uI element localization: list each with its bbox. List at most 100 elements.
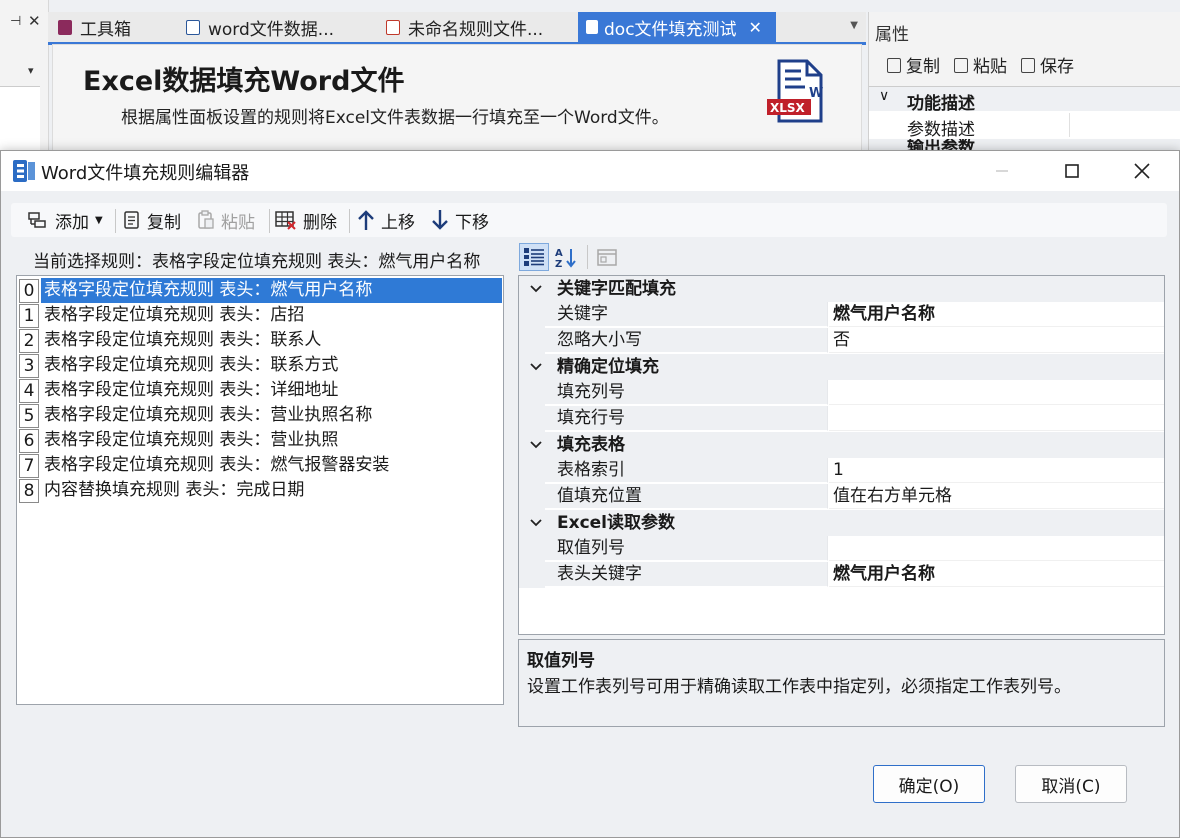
dropdown-arrow-icon: ▼ [95,214,103,226]
pin-icon[interactable]: ⊣ [10,14,21,29]
prop-row-value-position[interactable]: 值填充位置 值在右方单元格 [519,484,1164,510]
alphabetical-view-button[interactable]: AZ [551,243,581,271]
prop-row-table-index[interactable]: 表格索引 1 [519,458,1164,484]
property-grid-toolbar: AZ [519,243,624,271]
category-keyword-fill[interactable]: 关键字匹配填充 [519,276,1164,302]
move-up-button[interactable]: 上移 [357,207,415,233]
category-excel-read-params[interactable]: Excel读取参数 [519,510,1164,536]
prop-value-fill-column[interactable] [829,380,1164,405]
prop-value-value-column[interactable] [829,536,1164,561]
word-file-icon [186,19,200,35]
property-pages-button[interactable] [592,243,622,271]
current-rule-label: 当前选择规则：表格字段定位填充规则 表头：燃气用户名称 [33,252,481,272]
rule-item-1[interactable]: 1 表格字段定位填充规则 表头：店招 [17,303,503,328]
left-dock-content [0,86,40,151]
tab-label: 工具箱 [80,19,131,40]
function-title: Excel数据填充Word文件 [83,66,405,97]
function-header-panel: Excel数据填充Word文件 根据属性面板设置的规则将Excel文件表数据一行… [52,44,862,152]
rule-item-3[interactable]: 3 表格字段定位填充规则 表头：联系方式 [17,353,503,378]
paste-button[interactable]: 粘贴 [197,207,255,233]
tab-label: doc文件填充测试 [604,19,737,40]
document-tab-strip: 工具箱 word文件数据... 未命名规则文件... doc文件填充测试 ✕ ▼ [48,12,866,45]
svg-text:A: A [555,248,563,259]
category-exact-position-fill[interactable]: 精确定位填充 [519,354,1164,380]
cancel-button[interactable]: 取消(C) [1015,765,1127,803]
tab-doc-fill-test[interactable]: doc文件填充测试 ✕ [578,12,776,42]
prop-value-keyword[interactable]: 燃气用户名称 [829,302,1164,327]
copy-button[interactable]: 复制 [123,207,181,233]
tab-word-data[interactable]: word文件数据... [186,12,334,42]
add-button[interactable]: 添加 ▼ [27,207,103,233]
rule-item-0[interactable]: 0 表格字段定位填充规则 表头：燃气用户名称 [17,278,503,303]
props-copy-button[interactable]: 复制 [887,52,940,77]
prop-row-ignore-case[interactable]: 忽略大小写 否 [519,328,1164,354]
delete-button[interactable]: 删除 [275,207,337,233]
category-fill-table[interactable]: 填充表格 [519,432,1164,458]
copy-icon [887,58,901,73]
rule-editor-dialog: Word文件填充规则编辑器 添加 ▼ 复制 粘贴 删除 上移 下移 当前选择规则… [0,150,1180,838]
props-row-param-desc[interactable]: 参数描述 [869,113,1180,140]
dialog-titlebar[interactable]: Word文件填充规则编辑器 [1,151,1179,191]
add-rule-icon [27,211,49,229]
close-button[interactable] [1107,151,1177,191]
props-paste-button[interactable]: 粘贴 [954,52,1007,77]
xlsx-to-word-icon: W XLSX [767,59,823,123]
categorized-view-button[interactable] [519,243,549,271]
svg-text:W: W [809,86,823,101]
app-icon [13,160,35,182]
prop-row-value-column[interactable]: 取值列号 [519,536,1164,562]
tab-close-icon[interactable]: ✕ [749,18,762,37]
arrow-down-icon [431,209,449,231]
close-icon [1134,163,1150,179]
paste-icon [954,58,968,73]
maximize-icon [1065,164,1079,178]
chevron-down-icon [530,285,542,293]
rule-item-2[interactable]: 2 表格字段定位填充规则 表头：联系人 [17,328,503,353]
function-subtitle: 根据属性面板设置的规则将Excel文件表数据一行填充至一个Word文件。 [121,108,669,128]
dropdown-arrow-icon[interactable]: ▾ [28,64,34,77]
property-pages-icon [597,249,617,266]
rule-file-icon [386,19,400,35]
close-icon[interactable]: ✕ [28,12,41,30]
props-save-button[interactable]: 保存 [1021,52,1074,77]
doc-file-icon [586,20,598,34]
prop-value-table-index[interactable]: 1 [829,458,1164,483]
tab-toolbox[interactable]: 工具箱 [58,12,131,42]
prop-row-fill-column[interactable]: 填充列号 [519,380,1164,406]
copy-icon [123,210,141,230]
ok-button[interactable]: 确定(O) [873,765,985,803]
arrow-up-icon [357,209,375,231]
prop-row-fill-row[interactable]: 填充行号 [519,406,1164,432]
description-title: 取值列号 [527,651,595,671]
properties-panel: 属性 复制 粘贴 保存 ∨ 功能描述 参数描述 输出参数 [868,12,1180,153]
rule-item-7[interactable]: 7 表格字段定位填充规则 表头：燃气报警器安装 [17,453,503,478]
rule-item-5[interactable]: 5 表格字段定位填充规则 表头：营业执照名称 [17,403,503,428]
tab-label: word文件数据... [208,19,334,40]
prop-row-keyword[interactable]: 关键字 燃气用户名称 [519,302,1164,328]
rule-list[interactable]: 0 表格字段定位填充规则 表头：燃气用户名称 1 表格字段定位填充规则 表头：店… [16,275,504,705]
tab-list-dropdown-icon[interactable]: ▼ [850,20,858,31]
sort-az-icon: AZ [555,248,576,268]
move-down-button[interactable]: 下移 [431,207,489,233]
rule-item-6[interactable]: 6 表格字段定位填充规则 表头：营业执照 [17,428,503,453]
dialog-title: Word文件填充规则编辑器 [41,163,250,184]
rule-item-4[interactable]: 4 表格字段定位填充规则 表头：详细地址 [17,378,503,403]
property-description-panel: 取值列号 设置工作表列号可用于精确读取工作表中指定列，必须指定工作表列号。 [518,639,1165,727]
svg-text:Z: Z [555,259,562,268]
minimize-icon [996,170,1008,172]
prop-value-value-position[interactable]: 值在右方单元格 [829,484,1164,509]
prop-row-header-keyword[interactable]: 表头关键字 燃气用户名称 [519,562,1164,588]
chevron-down-icon [530,519,542,527]
tab-unnamed-rule[interactable]: 未命名规则文件... [386,12,543,42]
prop-value-header-keyword[interactable]: 燃气用户名称 [829,562,1164,587]
maximize-button[interactable] [1037,151,1107,191]
prop-value-fill-row[interactable] [829,406,1164,431]
props-category-function[interactable]: ∨ 功能描述 [869,87,1180,114]
prop-value-ignore-case[interactable]: 否 [829,328,1164,353]
minimize-button[interactable] [967,151,1037,191]
rule-property-grid[interactable]: 关键字匹配填充 关键字 燃气用户名称 忽略大小写 否 精确定位填充 填充列号 填… [518,275,1165,635]
save-icon [1021,58,1035,73]
tab-label: 未命名规则文件... [408,19,544,40]
rule-item-8[interactable]: 8 内容替换填充规则 表头：完成日期 [17,478,503,503]
delete-table-icon [275,210,297,230]
